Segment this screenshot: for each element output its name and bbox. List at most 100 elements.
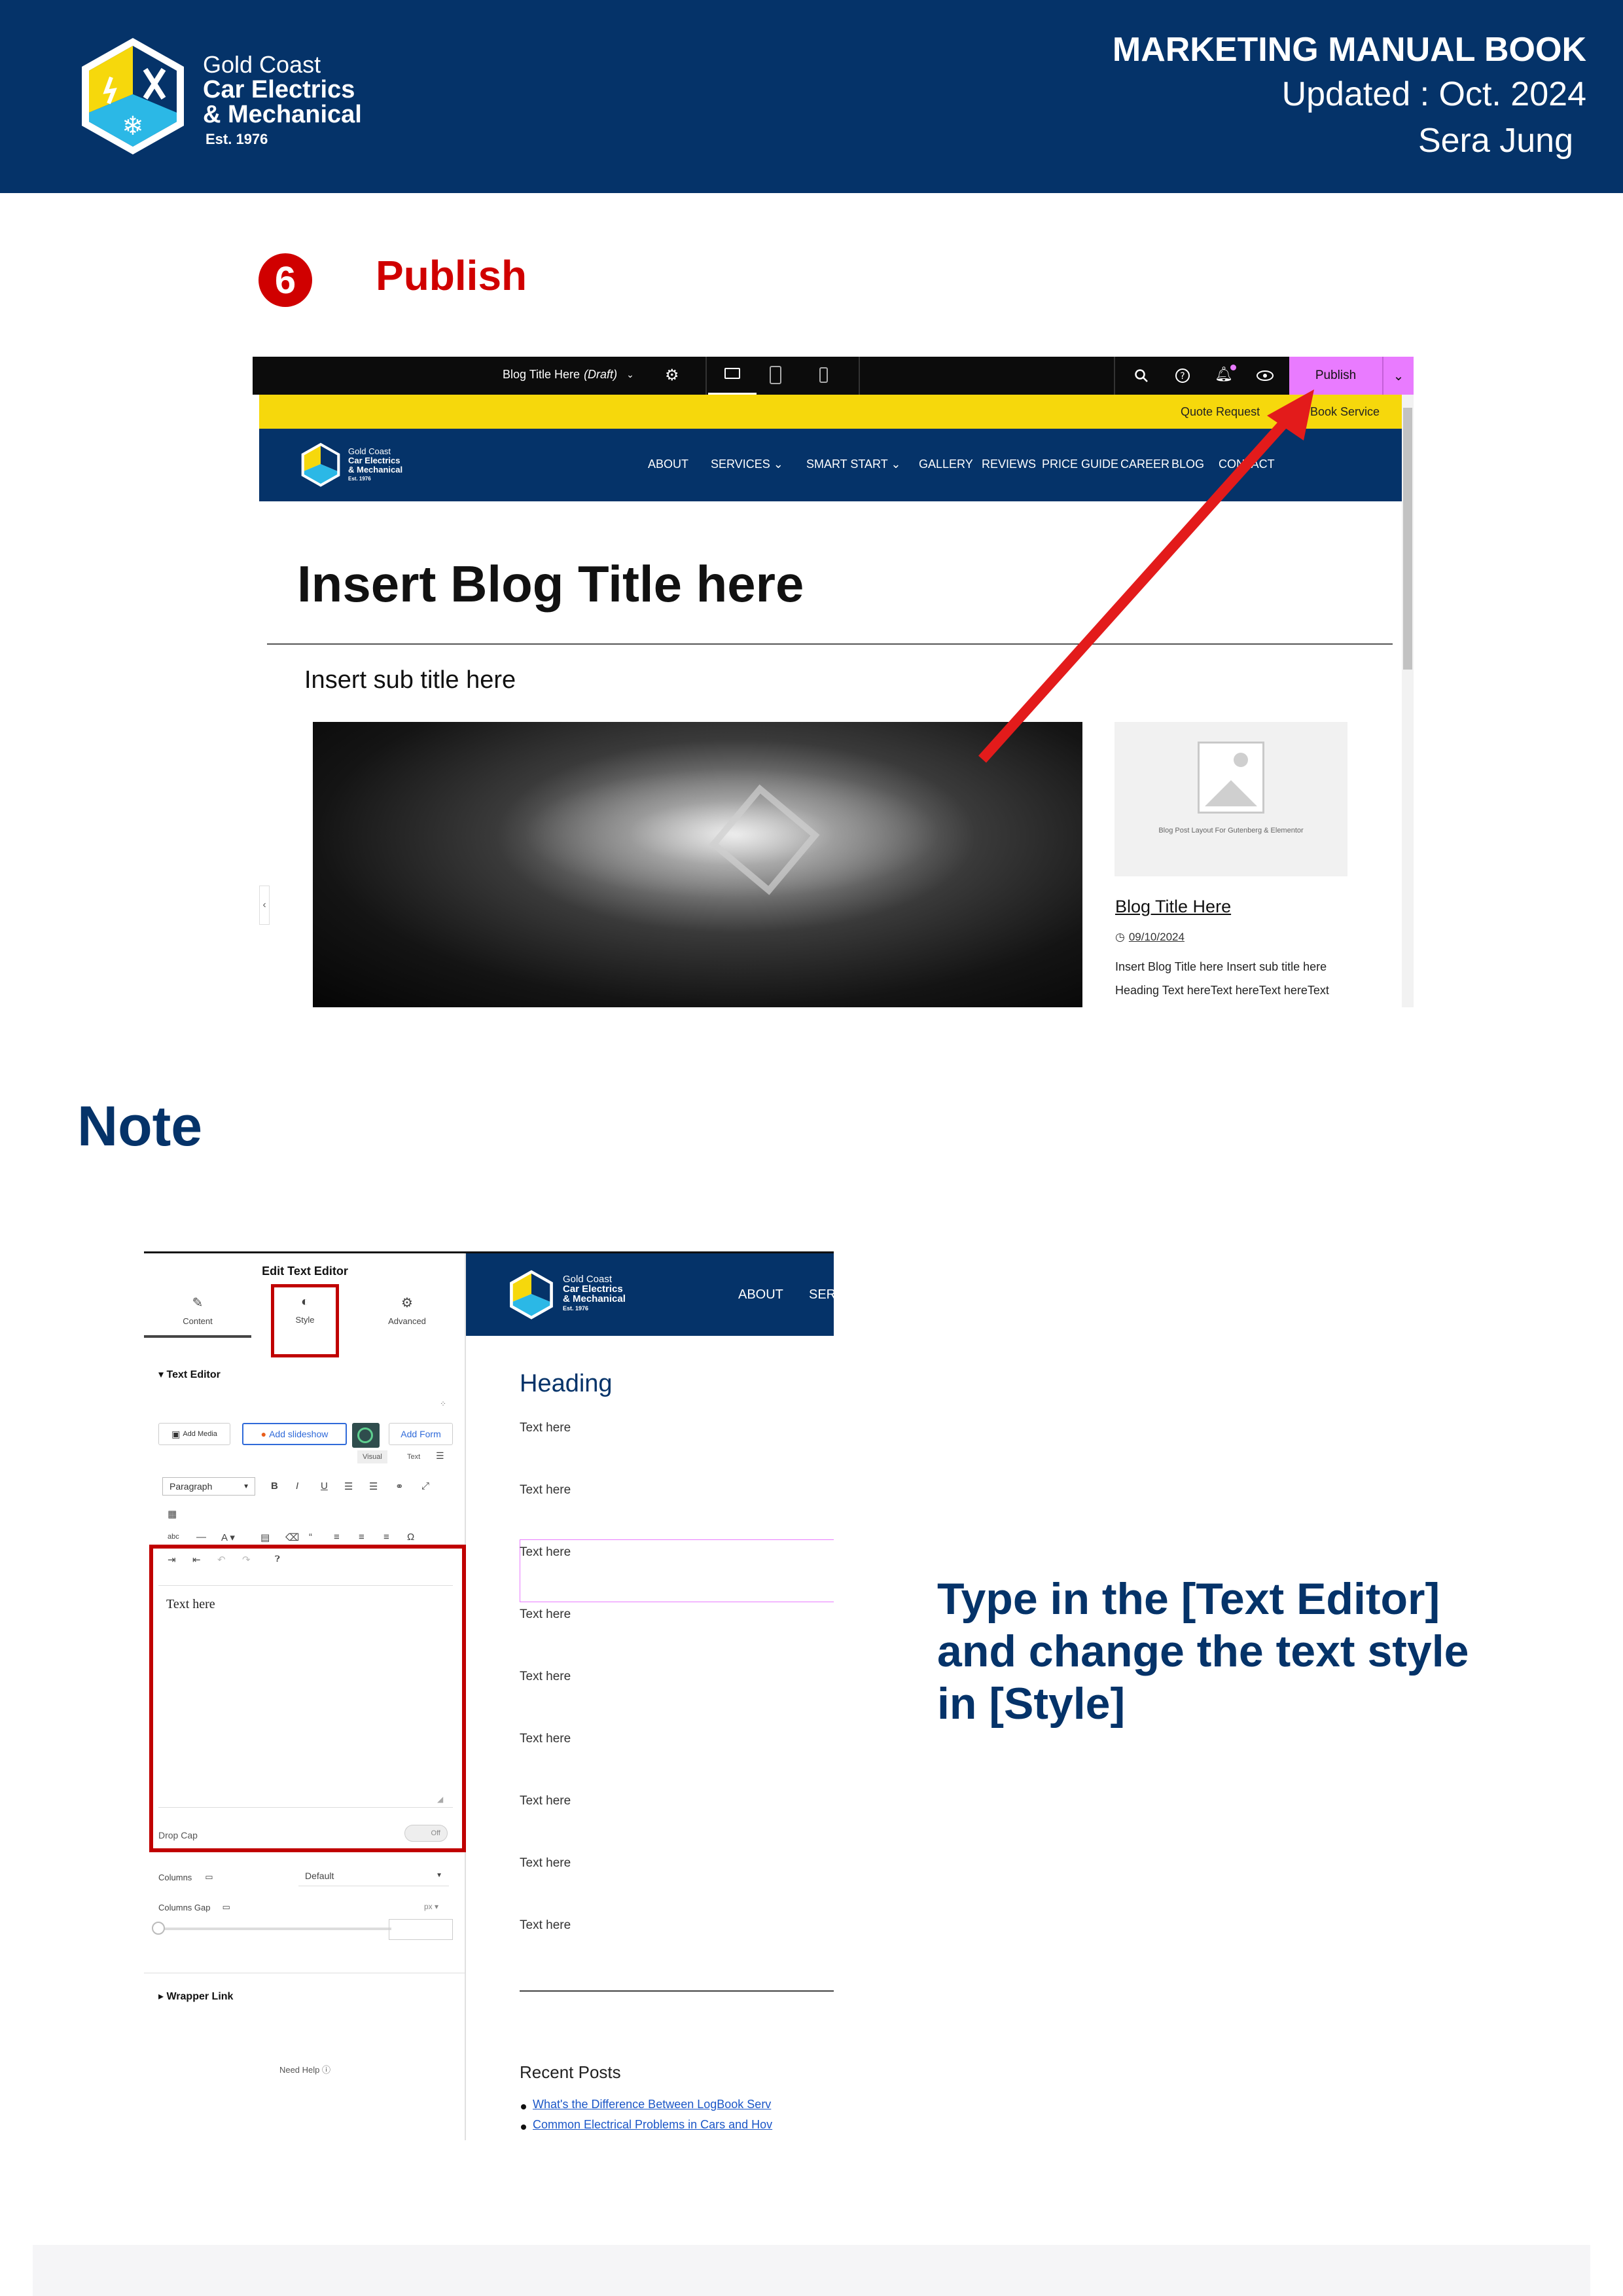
- company-est: Est. 1976: [205, 131, 268, 147]
- align-right-icon[interactable]: ≡: [383, 1532, 389, 1543]
- columns-gap-unit: px: [424, 1902, 433, 1911]
- text-item[interactable]: Text here: [520, 1607, 571, 1622]
- caret-down-icon: ▼: [243, 1482, 249, 1490]
- site-logo-text: Gold Coast Car Electrics & Mechanical Es…: [563, 1274, 626, 1314]
- add-form-button[interactable]: Add Form: [389, 1423, 453, 1445]
- text-mode-tab[interactable]: Text: [402, 1450, 425, 1463]
- step-number-badge: 6: [259, 253, 312, 307]
- wrapper-link-label: Wrapper Link: [166, 1991, 234, 2002]
- company-logo: ❄ Gold Coast Car Electrics & Mechanical …: [77, 35, 365, 156]
- site-company-line2: Car Electrics: [563, 1283, 623, 1295]
- content-divider: [520, 1990, 834, 1992]
- text-item[interactable]: Text here: [520, 1918, 571, 1933]
- caret-right-icon: ▸: [158, 1991, 167, 2002]
- logo-hexagon-icon: ❄: [82, 38, 184, 154]
- add-media-button[interactable]: ▣ Add Media: [158, 1423, 230, 1445]
- note-instruction-line2: and change the text style: [937, 1626, 1469, 1676]
- svg-text:❄: ❄: [122, 111, 144, 141]
- company-name-line1: Gold Coast: [203, 51, 321, 78]
- blockquote-icon[interactable]: “: [309, 1532, 312, 1543]
- gear-icon: ⚙: [401, 1296, 413, 1310]
- columns-label-text: Columns: [158, 1872, 192, 1882]
- columns-select-value: Default: [305, 1870, 334, 1881]
- dynamic-tags-icon[interactable]: ⁘: [440, 1399, 446, 1408]
- arrow-icon: [978, 389, 1314, 763]
- note-instruction-line3: in [Style]: [937, 1679, 1126, 1729]
- columns-gap-slider-handle[interactable]: [152, 1922, 165, 1935]
- list-bullet: [521, 2125, 526, 2130]
- fullscreen-icon[interactable]: ⤢: [421, 1480, 429, 1492]
- slideshow-icon: ●: [260, 1429, 267, 1439]
- resize-handle-icon[interactable]: ◢: [437, 1795, 443, 1804]
- recent-posts-heading: Recent Posts: [520, 2062, 621, 2082]
- text-item[interactable]: Text here: [520, 1670, 571, 1684]
- text-item[interactable]: Text here: [520, 1483, 571, 1498]
- caret-down-icon: ▼: [436, 1872, 442, 1879]
- site-navbar: Gold Coast Car Electrics & Mechanical Es…: [466, 1253, 834, 1336]
- text-item[interactable]: Text here: [520, 1732, 571, 1746]
- publish-screenshot: Blog Title Here (Draft) ⌄ ⚙ ? 🔔︎ Publish…: [253, 357, 1414, 1007]
- add-slideshow-button[interactable]: ● Add slideshow: [242, 1423, 347, 1445]
- need-help-link[interactable]: Need Help ⓘ: [144, 2063, 466, 2075]
- numbered-list-icon[interactable]: ☰: [369, 1480, 378, 1492]
- updated-date: Updated : Oct. 2024: [1281, 75, 1586, 113]
- columns-select[interactable]: Default ▼: [298, 1865, 449, 1886]
- italic-icon[interactable]: I: [296, 1480, 298, 1492]
- link-icon[interactable]: ⚭: [395, 1480, 404, 1492]
- text-editor-section-toggle[interactable]: ▾ Text Editor: [158, 1368, 221, 1381]
- columns-gap-slider-track[interactable]: [158, 1928, 391, 1930]
- columns-label: Columns ▭: [158, 1872, 213, 1882]
- desktop-icon: ▭: [205, 1872, 213, 1882]
- desktop-icon: ▭: [222, 1902, 230, 1912]
- drop-cap-toggle[interactable]: Off: [404, 1825, 448, 1842]
- format-select[interactable]: Paragraph ▼: [162, 1477, 255, 1496]
- site-logo-icon[interactable]: [508, 1269, 555, 1320]
- text-item[interactable]: Text here: [520, 1421, 571, 1435]
- text-item[interactable]: Text here: [520, 1794, 571, 1808]
- content-heading[interactable]: Heading: [520, 1370, 613, 1398]
- toolbar-toggle-icon[interactable]: ☰: [436, 1450, 444, 1462]
- author-name: Sera Jung: [1418, 122, 1573, 160]
- paste-text-icon[interactable]: ▤: [260, 1532, 270, 1543]
- tab-advanced[interactable]: ⚙ Advanced: [355, 1295, 459, 1326]
- text-color-icon[interactable]: A ▾: [221, 1532, 235, 1543]
- add-slideshow-label: Add slideshow: [269, 1429, 329, 1439]
- tab-advanced-label: Advanced: [388, 1316, 426, 1326]
- add-media-label: Add Media: [183, 1430, 217, 1438]
- horizontal-line-icon[interactable]: —: [196, 1532, 206, 1543]
- text-editor-screenshot: Edit Text Editor ✎ Content ◐ Style ⚙ Advanc…: [144, 1251, 834, 2140]
- style-tab-highlight-box: [271, 1284, 339, 1357]
- columns-gap-input[interactable]: [389, 1919, 453, 1940]
- step-title: Publish: [376, 252, 527, 299]
- site-company-line1: Gold Coast: [563, 1274, 613, 1285]
- recent-post-link[interactable]: Common Electrical Problems in Cars and H…: [533, 2118, 772, 2132]
- nav-services[interactable]: SER: [809, 1287, 834, 1302]
- align-center-icon[interactable]: ≡: [359, 1532, 365, 1543]
- recent-post-link[interactable]: What's the Difference Between LogBook Se…: [533, 2098, 771, 2111]
- visual-mode-tab[interactable]: Visual: [357, 1450, 387, 1463]
- bold-icon[interactable]: B: [271, 1480, 278, 1492]
- table-icon[interactable]: ▦: [168, 1508, 177, 1520]
- need-help-label: Need Help: [279, 2065, 320, 2075]
- strikethrough-icon[interactable]: abc: [168, 1533, 179, 1541]
- editor-textarea[interactable]: [158, 1585, 453, 1808]
- media-icon: ▣: [171, 1428, 181, 1439]
- align-left-icon[interactable]: ≡: [334, 1532, 340, 1543]
- tab-content[interactable]: ✎ Content: [145, 1295, 250, 1326]
- text-item[interactable]: Text here: [520, 1856, 571, 1871]
- special-char-icon[interactable]: Ω: [407, 1532, 414, 1543]
- help-icon: ⓘ: [322, 2065, 331, 2075]
- underline-icon[interactable]: U: [321, 1480, 328, 1492]
- nav-about[interactable]: ABOUT: [738, 1287, 783, 1302]
- clear-format-icon[interactable]: ⌫: [285, 1532, 299, 1543]
- site-company-line3: & Mechanical: [563, 1293, 626, 1304]
- editor-content[interactable]: Text here: [166, 1597, 215, 1612]
- plugin-icon[interactable]: [352, 1423, 380, 1448]
- text-item-selected[interactable]: Text here: [520, 1545, 571, 1560]
- bullet-list-icon[interactable]: ☰: [344, 1480, 353, 1492]
- wrapper-link-section-toggle[interactable]: ▸ Wrapper Link: [158, 1990, 233, 2003]
- tab-content-label: Content: [183, 1316, 213, 1326]
- company-name-line2: Car Electrics: [203, 76, 355, 103]
- columns-gap-label: Columns Gap ▭: [158, 1902, 230, 1912]
- columns-gap-unit-select[interactable]: px ▾: [424, 1902, 438, 1911]
